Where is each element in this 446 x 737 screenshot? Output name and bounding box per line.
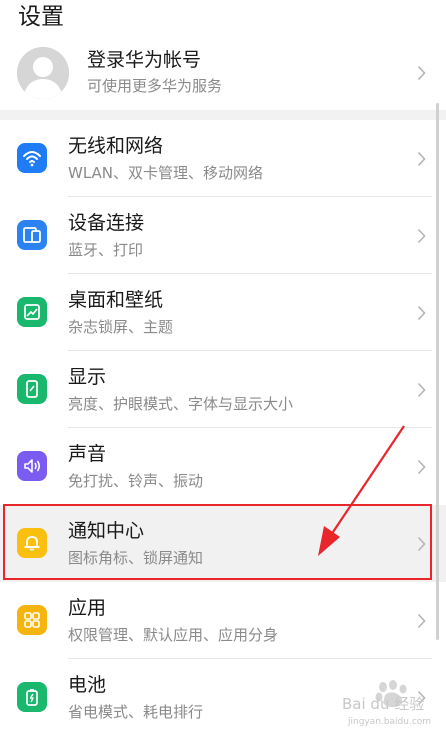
settings-item-description: 杂志锁屏、主题 xyxy=(68,318,174,336)
settings-item-description: 亮度、护眼模式、字体与显示大小 xyxy=(68,395,294,413)
settings-item-device-connection[interactable]: 设备连接 蓝牙、打印 xyxy=(0,197,446,274)
account-login-row[interactable]: 登录华为帐号 可使用更多华为服务 xyxy=(0,38,446,108)
settings-item-label: 应用 xyxy=(68,597,107,619)
settings-item-label: 设备连接 xyxy=(68,212,145,234)
chevron-right-icon xyxy=(417,305,426,321)
page-title: 设置 xyxy=(18,4,64,30)
settings-item-notification-center[interactable]: 通知中心 图标角标、锁屏通知 xyxy=(0,505,446,582)
settings-item-label: 声音 xyxy=(68,443,107,465)
settings-item-display[interactable]: 显示 亮度、护眼模式、字体与显示大小 xyxy=(0,351,446,428)
scrollbar[interactable] xyxy=(436,103,439,640)
device-connection-icon xyxy=(17,220,47,250)
section-divider xyxy=(0,110,446,120)
chevron-right-icon xyxy=(417,65,426,81)
settings-item-description: 图标角标、锁屏通知 xyxy=(68,549,204,567)
settings-item-description: 权限管理、默认应用、应用分身 xyxy=(68,626,279,644)
account-title: 登录华为帐号 xyxy=(87,49,202,71)
display-icon xyxy=(17,374,47,404)
settings-item-wallpaper[interactable]: 桌面和壁纸 杂志锁屏、主题 xyxy=(0,274,446,351)
chevron-right-icon xyxy=(417,228,426,244)
settings-screen: 设置 登录华为帐号 可使用更多华为服务 无线和网络 WLAN、双卡管理、移动网络… xyxy=(0,0,446,737)
settings-item-label: 桌面和壁纸 xyxy=(68,289,164,311)
settings-item-apps[interactable]: 应用 权限管理、默认应用、应用分身 xyxy=(0,582,446,659)
settings-list: 无线和网络 WLAN、双卡管理、移动网络 设备连接 蓝牙、打印 桌面和壁纸 杂志… xyxy=(0,120,446,736)
account-subtitle: 可使用更多华为服务 xyxy=(87,77,223,95)
bell-icon xyxy=(17,528,47,558)
apps-icon xyxy=(17,605,47,635)
settings-item-label: 显示 xyxy=(68,366,107,388)
avatar-icon xyxy=(17,47,69,99)
chevron-right-icon xyxy=(417,536,426,552)
settings-item-label: 电池 xyxy=(68,674,107,696)
settings-item-label: 无线和网络 xyxy=(68,135,164,157)
watermark-url: jingyan.baidu.com xyxy=(348,717,432,727)
sound-icon xyxy=(17,451,47,481)
chevron-right-icon xyxy=(417,151,426,167)
chevron-right-icon xyxy=(417,382,426,398)
settings-item-wireless-network[interactable]: 无线和网络 WLAN、双卡管理、移动网络 xyxy=(0,120,446,197)
settings-item-label: 通知中心 xyxy=(68,520,145,542)
wifi-icon xyxy=(17,143,47,173)
wallpaper-icon xyxy=(17,297,47,327)
settings-item-description: WLAN、双卡管理、移动网络 xyxy=(68,164,264,182)
battery-icon xyxy=(17,682,47,712)
chevron-right-icon xyxy=(417,613,426,629)
settings-item-description: 蓝牙、打印 xyxy=(68,241,144,259)
settings-item-description: 免打扰、铃声、振动 xyxy=(68,472,204,490)
settings-item-description: 省电模式、耗电排行 xyxy=(68,703,204,721)
watermark-text: Bai du 经验 xyxy=(342,695,425,713)
chevron-right-icon xyxy=(417,459,426,475)
settings-item-sound[interactable]: 声音 免打扰、铃声、振动 xyxy=(0,428,446,505)
